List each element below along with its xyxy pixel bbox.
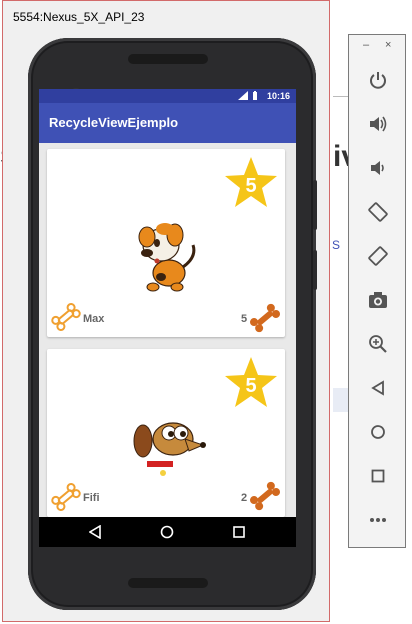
bone-outline-icon[interactable] bbox=[51, 303, 81, 331]
volume-up-icon bbox=[370, 116, 387, 132]
zoom-icon bbox=[369, 335, 387, 353]
bone-filled-icon[interactable] bbox=[249, 303, 281, 333]
status-time: 10:16 bbox=[266, 91, 290, 101]
bone-outline-icon[interactable] bbox=[51, 483, 81, 511]
volume-down-button[interactable] bbox=[363, 153, 393, 183]
volume-down-icon bbox=[371, 161, 384, 175]
rotate-right-icon bbox=[368, 246, 388, 266]
background-divider bbox=[333, 96, 348, 97]
more-icon bbox=[370, 518, 386, 522]
rotate-right-button[interactable] bbox=[363, 241, 393, 271]
camera-icon bbox=[369, 292, 387, 308]
navigation-bar bbox=[39, 517, 296, 547]
more-button[interactable] bbox=[363, 505, 393, 535]
nav-home-icon[interactable] bbox=[160, 525, 174, 539]
phone-side-button[interactable] bbox=[313, 180, 317, 230]
phone-side-button[interactable] bbox=[313, 250, 317, 290]
power-icon bbox=[370, 72, 386, 89]
overview-button[interactable] bbox=[363, 461, 393, 491]
phone-screen: 10:16 RecycleViewEjemplo 5 Max 5 5 Fifi … bbox=[39, 89, 296, 547]
emulator-title: 5554:Nexus_5X_API_23 bbox=[13, 10, 145, 24]
pet-card[interactable]: 5 Max 5 bbox=[47, 149, 285, 337]
pet-card[interactable]: 5 Fifi 2 bbox=[47, 349, 285, 517]
volume-up-button[interactable] bbox=[363, 109, 393, 139]
top-speaker bbox=[128, 54, 208, 64]
zoom-button[interactable] bbox=[363, 329, 393, 359]
app-toolbar: RecycleViewEjemplo bbox=[39, 103, 296, 143]
bottom-speaker bbox=[128, 578, 208, 588]
bone-count: 2 bbox=[241, 492, 248, 504]
home-icon bbox=[371, 425, 385, 439]
nav-recents-icon[interactable] bbox=[233, 526, 245, 538]
status-bar: 10:16 bbox=[39, 89, 296, 103]
power-button[interactable] bbox=[363, 65, 393, 95]
background-block bbox=[333, 388, 348, 412]
rating-value: 5 bbox=[245, 375, 256, 397]
emulator-control-panel: – × bbox=[348, 34, 406, 548]
pet-name: Fifi bbox=[83, 492, 100, 504]
pet-name: Max bbox=[83, 313, 105, 325]
close-button[interactable]: × bbox=[385, 39, 391, 51]
background-text: S bbox=[332, 238, 341, 252]
bone-count: 5 bbox=[241, 313, 248, 325]
signal-icon bbox=[238, 91, 248, 100]
home-button[interactable] bbox=[363, 417, 393, 447]
status-icons bbox=[238, 91, 258, 100]
overview-icon bbox=[371, 469, 385, 483]
back-button[interactable] bbox=[363, 373, 393, 403]
pet-photo bbox=[133, 422, 206, 476]
app-title: RecycleViewEjemplo bbox=[49, 115, 179, 130]
star-rating-icon: 5 bbox=[225, 157, 277, 207]
minimize-button[interactable]: – bbox=[363, 39, 369, 51]
star-rating-icon: 5 bbox=[225, 357, 277, 407]
rotate-left-button[interactable] bbox=[363, 197, 393, 227]
back-icon bbox=[371, 380, 384, 396]
rating-value: 5 bbox=[245, 175, 256, 197]
pet-photo bbox=[138, 223, 196, 292]
bone-filled-icon[interactable] bbox=[249, 481, 281, 511]
screenshot-button[interactable] bbox=[363, 285, 393, 315]
rotate-left-icon bbox=[368, 202, 388, 222]
nav-back-icon[interactable] bbox=[89, 525, 101, 539]
battery-icon bbox=[253, 91, 257, 100]
